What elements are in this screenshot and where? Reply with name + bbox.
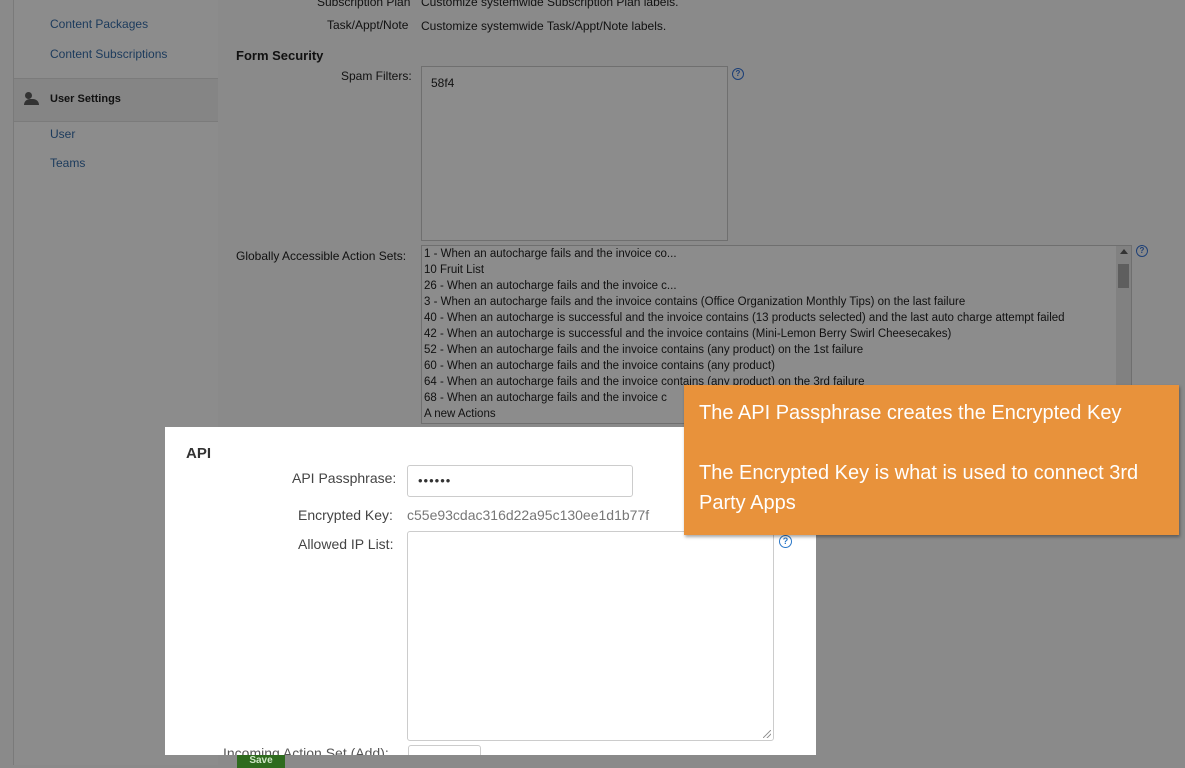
list-item[interactable]: 42 - When an autocharge is successful an… — [422, 326, 1131, 342]
api-passphrase-label: API Passphrase: — [292, 470, 397, 486]
list-item[interactable]: 40 - When an autocharge is successful an… — [422, 310, 1131, 326]
list-item[interactable]: 1 - When an autocharge fails and the inv… — [422, 246, 1131, 262]
list-item[interactable]: 3 - When an autocharge fails and the inv… — [422, 294, 1131, 310]
action-sets-label: Globally Accessible Action Sets: — [236, 249, 407, 263]
resize-grip-icon[interactable] — [763, 730, 771, 738]
incoming-action-set-select[interactable] — [408, 745, 481, 755]
tooltip-callout: The API Passphrase creates the Encrypted… — [684, 385, 1179, 535]
label-subscription-plan[interactable]: Subscription Plan — [317, 0, 410, 9]
scroll-up-arrow-icon[interactable] — [1120, 249, 1128, 254]
list-item[interactable]: 52 - When an autocharge fails and the in… — [422, 342, 1131, 358]
callout-line-2: The Encrypted Key is what is used to con… — [699, 462, 1139, 514]
list-item[interactable]: 10 Fruit List — [422, 262, 1131, 278]
spam-filters-value: 58f4 — [431, 76, 455, 90]
api-passphrase-value: •••••• — [418, 473, 452, 488]
spam-filters-textarea[interactable]: 58f4 — [421, 66, 728, 241]
encrypted-key-value: c55e93cdac316d22a95c130ee1d1b77f — [407, 507, 650, 523]
sidebar-link-content-packages[interactable]: Content Packages — [50, 17, 148, 31]
save-button[interactable]: Save — [237, 754, 285, 768]
scroll-thumb[interactable] — [1118, 264, 1129, 288]
sidebar-section-label: User Settings — [50, 93, 121, 105]
sidebar-section-user-settings[interactable]: User Settings — [14, 78, 218, 122]
api-heading: API — [186, 445, 212, 462]
sidebar-link-content-subscriptions[interactable]: Content Subscriptions — [50, 47, 167, 61]
form-security-heading: Form Security — [236, 48, 324, 63]
list-item[interactable]: 26 - When an autocharge fails and the in… — [422, 278, 1131, 294]
allowed-ip-list-label: Allowed IP List: — [298, 536, 394, 552]
sidebar-link-user[interactable]: User — [50, 127, 75, 141]
incoming-action-set-label: Incoming Action Set (Add): — [223, 745, 389, 755]
users-icon — [24, 92, 42, 106]
help-icon[interactable]: ? — [732, 68, 744, 80]
sidebar-link-teams[interactable]: Teams — [50, 156, 85, 170]
callout-line-1: The API Passphrase creates the Encrypted… — [699, 402, 1122, 424]
allowed-ip-list-textarea[interactable] — [407, 531, 774, 741]
label-task-appt-note[interactable]: Task/Appt/Note — [327, 18, 408, 32]
help-icon[interactable]: ? — [779, 535, 792, 548]
help-icon[interactable]: ? — [1136, 245, 1148, 257]
list-item[interactable]: 60 - When an autocharge fails and the in… — [422, 358, 1131, 374]
desc-subscription-plan: Customize systemwide Subscription Plan l… — [421, 0, 679, 9]
api-passphrase-input[interactable]: •••••• — [407, 465, 633, 497]
encrypted-key-label: Encrypted Key: — [298, 507, 393, 523]
spam-filters-label: Spam Filters: — [341, 69, 412, 83]
desc-task-appt-note: Customize systemwide Task/Appt/Note labe… — [421, 19, 667, 33]
